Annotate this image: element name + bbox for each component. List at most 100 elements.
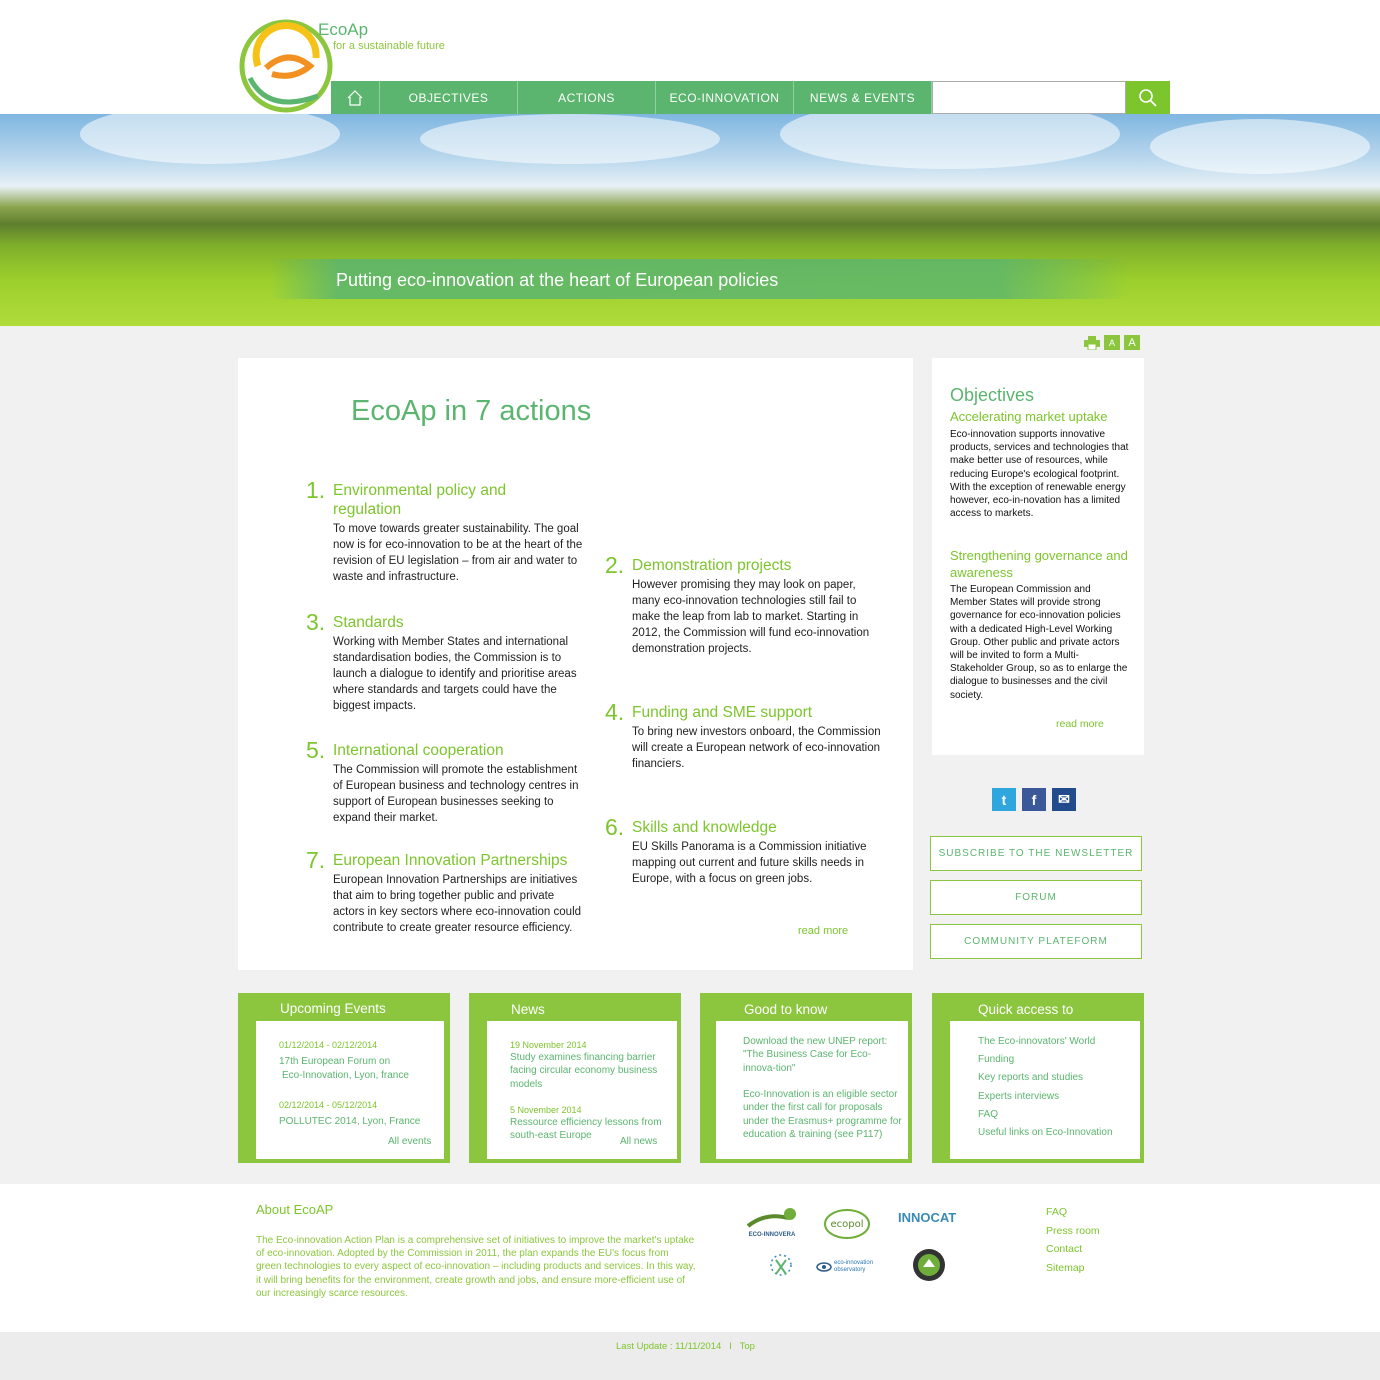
nav-news-events[interactable]: NEWS & EVENTS [794, 81, 932, 114]
action-number: 2. [605, 552, 625, 578]
action-text: European Innovation Partnerships are ini… [333, 874, 582, 934]
action-text: Working with Member States and internati… [333, 636, 577, 712]
hero-caption: Putting eco-innovation at the heart of E… [336, 270, 779, 290]
nav-actions[interactable]: ACTIONS [518, 81, 656, 114]
good-to-know-link[interactable]: Eco-Innovation is an eligible sector und… [743, 1088, 905, 1141]
font-size-large-button[interactable]: A [1124, 335, 1140, 350]
site-header: EcoAp for a sustainable future OBJECTIVE… [0, 0, 1380, 114]
quick-access-link[interactable]: The Eco-innovators' World [978, 1035, 1095, 1048]
action-item-4: 4. Funding and SME support To bring new … [605, 699, 887, 772]
last-update: Last Update : 11/11/2014 [616, 1341, 722, 1352]
ecoinnovera-logo[interactable]: ECO-INNOVERA [746, 1204, 798, 1238]
search-input[interactable] [932, 81, 1126, 114]
brand-name[interactable]: EcoAp [318, 20, 368, 40]
good-to-know-link[interactable]: Download the new UNEP report: "The Busin… [743, 1035, 903, 1075]
round-green-logo[interactable] [912, 1248, 946, 1282]
quick-access-link[interactable]: Funding [978, 1053, 1014, 1066]
quick-access-link[interactable]: FAQ [978, 1108, 998, 1121]
action-heading[interactable]: Funding and SME support [632, 703, 887, 722]
innocat-logo-label: INNOCAT [898, 1210, 957, 1225]
forum-button[interactable]: FORUM [930, 880, 1142, 915]
quick-access-link[interactable]: Useful links on Eco-Innovation [978, 1126, 1113, 1139]
event-date: 01/12/2014 - 02/12/2014 [279, 1040, 378, 1050]
objective-text-1: Eco-innovation supports innovative produ… [950, 429, 1129, 520]
nav-home-button[interactable] [331, 81, 380, 114]
objectives-read-more-link[interactable]: read more [1056, 718, 1104, 730]
quick-access-link[interactable]: Key reports and studies [978, 1071, 1083, 1084]
action-text: To bring new investors onboard, the Comm… [632, 726, 881, 770]
action-number: 4. [605, 699, 625, 725]
twitter-icon[interactable]: t [992, 788, 1016, 811]
page-tools: A A [1084, 335, 1140, 350]
innocat-logo[interactable]: INNOCAT [898, 1210, 956, 1225]
box-title: News [511, 1002, 545, 1017]
action-item-3: 3. Standards Working with Member States … [306, 609, 588, 714]
eco-innovation-observatory-logo[interactable]: eco-innovation observatory [816, 1260, 878, 1274]
search-icon [1139, 88, 1157, 107]
footer-link-sitemap[interactable]: Sitemap [1046, 1262, 1100, 1281]
objectives-panel: Objectives Accelerating market uptake Ec… [932, 358, 1144, 755]
footer-link-press-room[interactable]: Press room [1046, 1225, 1100, 1244]
email-icon[interactable]: ✉ [1052, 788, 1076, 811]
action-heading[interactable]: Skills and knowledge [632, 818, 887, 837]
main-nav: OBJECTIVES ACTIONS ECO-INNOVATION NEWS &… [331, 81, 932, 114]
nav-objectives[interactable]: OBJECTIVES [380, 81, 518, 114]
eu-stars-logo[interactable] [768, 1250, 794, 1284]
round-logo-icon [913, 1249, 945, 1281]
ecopol-logo[interactable]: ecopol [823, 1204, 871, 1240]
action-number: 3. [306, 609, 326, 635]
objective-heading-2[interactable]: Strengthening governance and awareness [950, 547, 1135, 581]
ecopol-logo-label: ecopol [830, 1219, 863, 1230]
footer-link-faq[interactable]: FAQ [1046, 1206, 1100, 1225]
bottom-separator: I [729, 1341, 732, 1352]
action-number: 7. [306, 847, 326, 873]
action-heading[interactable]: Environmental policy and regulation [333, 481, 533, 519]
eu-stars-icon [770, 1254, 792, 1276]
about-title: About EcoAP [256, 1202, 334, 1217]
action-heading[interactable]: European Innovation Partnerships [333, 851, 588, 870]
box-content: Download the new UNEP report: "The Busin… [716, 1021, 908, 1159]
action-number: 5. [306, 737, 326, 763]
actions-title: EcoAp in 7 actions [351, 395, 592, 427]
all-events-link[interactable]: All events [388, 1135, 431, 1148]
actions-read-more-link[interactable]: read more [798, 925, 848, 937]
bottom-bar: Last Update : 11/11/2014 I Top [0, 1332, 1380, 1380]
action-text: EU Skills Panorama is a Commission initi… [632, 841, 867, 885]
nav-eco-innovation[interactable]: ECO-INNOVATION [656, 81, 794, 114]
subscribe-newsletter-button[interactable]: SUBSCRIBE TO THE NEWSLETTER [930, 836, 1142, 871]
objective-text-2: The European Commission and Member State… [950, 584, 1128, 701]
event-link[interactable]: POLLUTEC 2014, Lyon, France [279, 1115, 420, 1128]
site-footer: About EcoAP The Eco-innovation Action Pl… [0, 1184, 1380, 1332]
action-item-1: 1. Environmental policy and regulation T… [306, 477, 588, 585]
action-heading[interactable]: International cooperation [333, 741, 588, 760]
event-link[interactable]: Eco-Innovation, Lyon, france [282, 1069, 409, 1082]
event-link[interactable]: 17th European Forum on [279, 1055, 390, 1068]
all-news-link[interactable]: All news [620, 1135, 657, 1148]
box-title: Quick access to [978, 1002, 1074, 1017]
action-heading[interactable]: Demonstration projects [632, 556, 887, 575]
objective-heading-1[interactable]: Accelerating market uptake [950, 408, 1135, 425]
objectives-title: Objectives [950, 385, 1035, 405]
footer-link-contact[interactable]: Contact [1046, 1243, 1100, 1262]
social-links: t f ✉ [992, 788, 1076, 811]
action-item-2: 2. Demonstration projects However promis… [605, 552, 887, 657]
community-platform-button[interactable]: COMMUNITY PLATEFORM [930, 924, 1142, 959]
box-content: 01/12/2014 - 02/12/2014 17th European Fo… [256, 1021, 444, 1159]
box-content: 19 November 2014 Study examines financin… [487, 1021, 677, 1159]
search-button[interactable] [1126, 81, 1170, 114]
observatory-eye-icon [816, 1262, 832, 1272]
box-title: Upcoming Events [280, 1001, 386, 1016]
actions-panel: EcoAp in 7 actions 1. Environmental poli… [238, 358, 913, 970]
ecoinnovera-logo-label: ECO-INNOVERA [748, 1232, 796, 1238]
observatory-logo-label: eco-innovation observatory [834, 1260, 874, 1273]
footer-links: FAQ Press room Contact Sitemap [1046, 1206, 1100, 1280]
font-size-small-button[interactable]: A [1104, 335, 1120, 350]
action-item-7: 7. European Innovation Partnerships Euro… [306, 847, 588, 936]
action-heading[interactable]: Standards [333, 613, 588, 632]
back-to-top-link[interactable]: Top [740, 1341, 755, 1352]
quick-access-link[interactable]: Experts interviews [978, 1090, 1059, 1103]
action-item-5: 5. International cooperation The Commiss… [306, 737, 588, 826]
facebook-icon[interactable]: f [1022, 788, 1046, 811]
print-icon[interactable] [1084, 335, 1100, 350]
news-link[interactable]: Study examines financing barrier facing … [510, 1051, 668, 1091]
